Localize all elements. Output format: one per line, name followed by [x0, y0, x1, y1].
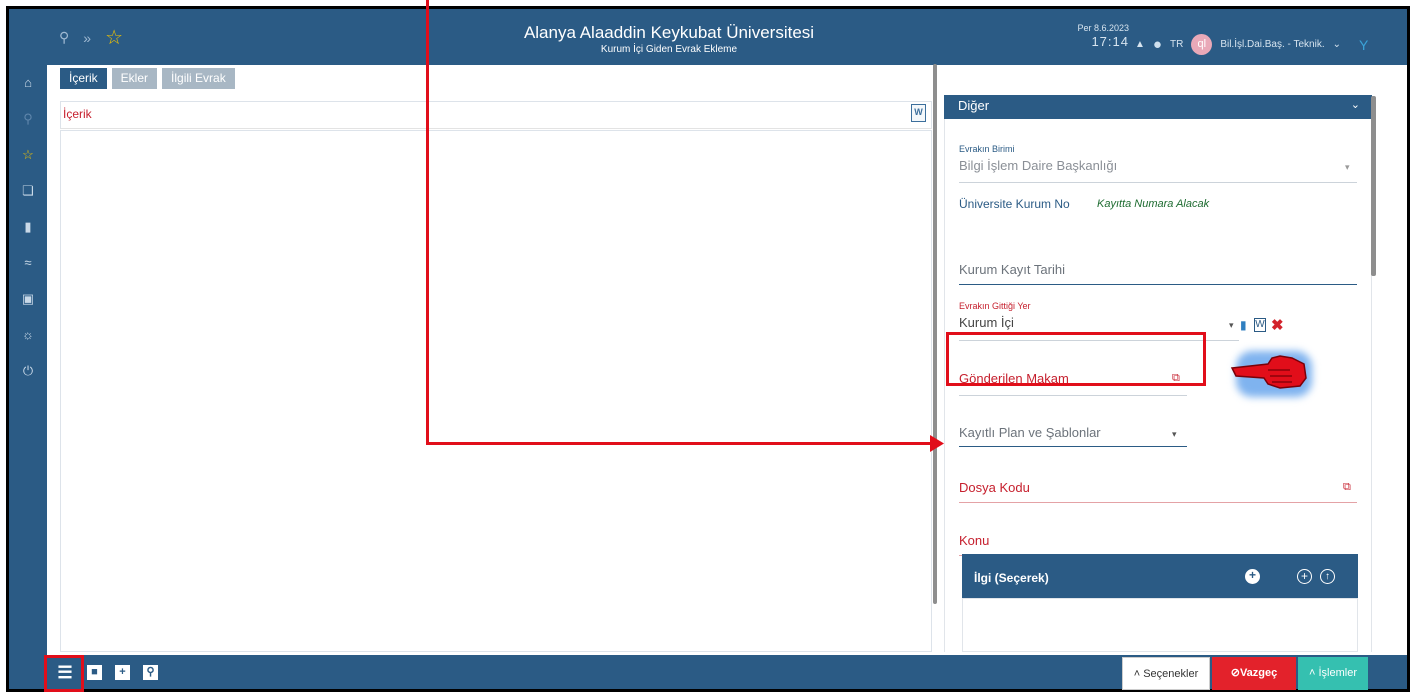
globe-icon[interactable]: ● — [1153, 36, 1162, 53]
globe-icon[interactable]: ☼ — [9, 317, 47, 353]
tab-icerik[interactable]: İçerik — [60, 68, 107, 89]
gonderilen-makam-underline — [959, 395, 1187, 396]
right-scrollbar[interactable] — [1371, 96, 1376, 276]
gonderilen-makam-highlight — [946, 332, 1206, 386]
ilgi-list — [962, 598, 1358, 652]
evrakin-birimi-value[interactable]: Bilgi İşlem Daire Başkanlığı — [959, 158, 1117, 173]
star-icon[interactable]: ☆ — [9, 137, 47, 173]
search-icon[interactable]: ⚲ — [59, 29, 69, 46]
pointing-hand-icon — [1230, 355, 1307, 389]
tab-ekler[interactable]: Ekler — [111, 68, 158, 89]
app-title: Alanya Alaaddin Keykubat Üniversitesi — [523, 23, 815, 42]
upload-circle-icon[interactable]: ↑ — [1320, 569, 1335, 584]
language-label[interactable]: TR — [1170, 39, 1183, 50]
double-chevron-down-icon[interactable]: » — [83, 30, 91, 46]
kurum-kayit-tarihi-field[interactable]: Kurum Kayıt Tarihi — [959, 262, 1065, 277]
preview-icon[interactable]: ⚲ — [143, 665, 158, 680]
universite-kurum-no-value: Kayıtta Numara Alacak — [1097, 198, 1210, 210]
user-menu[interactable]: Bil.İşl.Dai.Baş. - Teknik. — [1220, 39, 1324, 50]
left-sidebar: ⌂ ⚲ ☆ ❏ ▮ ≈ ▣ ☼ ⏻ — [9, 65, 47, 661]
word-icon[interactable]: W — [1254, 318, 1266, 332]
favorites-star-icon[interactable]: ☆ — [105, 25, 123, 50]
chart-icon[interactable]: ≈ — [9, 245, 47, 281]
add-filled-icon[interactable]: + — [1245, 569, 1260, 584]
power-icon[interactable]: ⏻ — [9, 353, 47, 389]
islemler-button[interactable]: ˄ İşlemler — [1298, 657, 1368, 690]
islemler-label: İşlemler — [1318, 667, 1357, 679]
word-export-icon[interactable]: W — [911, 104, 926, 122]
editor-label: İçerik — [60, 101, 932, 129]
popup-open-icon[interactable]: ⧉ — [1343, 481, 1351, 494]
top-header: ⚲ » ☆ Alanya Alaaddin Keykubat Üniversit… — [9, 9, 1407, 65]
new-document-icon[interactable]: + — [115, 665, 130, 680]
tab-ilgili-evrak[interactable]: İlgili Evrak — [162, 68, 235, 89]
page-subtitle: Kurum İçi Giden Evrak Ekleme — [600, 44, 738, 55]
folder-icon[interactable]: ▮ — [9, 209, 47, 245]
kurum-kayit-tarihi-underline — [959, 284, 1357, 285]
search-icon[interactable]: ⚲ — [9, 101, 47, 137]
kayitli-plan-field[interactable]: Kayıtlı Plan ve Şablonlar — [959, 425, 1101, 440]
avatar[interactable]: ql — [1191, 34, 1213, 55]
date-text: Per 8.6.2023 — [1077, 23, 1129, 33]
dropdown-caret-icon[interactable]: ▾ — [1345, 162, 1350, 173]
evrakin-gittigi-yer-label: Evrakın Gittiği Yer — [959, 301, 1031, 311]
save-icon[interactable]: ■ — [87, 665, 102, 680]
ilgi-section-title: İlgi (Seçerek) — [974, 571, 1049, 585]
chevron-down-icon[interactable]: ⌄ — [1351, 98, 1360, 111]
add-circle-icon[interactable]: + — [1297, 569, 1312, 584]
editor-scrollbar[interactable] — [933, 64, 937, 604]
callout-arrow-horizontal — [426, 442, 932, 445]
datetime: Per 8.6.2023 17:14 — [1069, 23, 1129, 49]
delete-x-icon[interactable]: ✖ — [1271, 316, 1284, 334]
diger-section-header[interactable]: Diğer ⌄ — [944, 95, 1372, 119]
dosya-kodu-field[interactable]: Dosya Kodu — [959, 480, 1030, 495]
callout-arrow-vertical — [426, 0, 429, 444]
secenekler-label: Seçenekler — [1143, 668, 1199, 680]
universite-kurum-no-label: Üniversite Kurum No — [959, 197, 1070, 211]
megaphone-icon[interactable]: ▲ — [1135, 39, 1145, 50]
evrakin-birimi-label: Evrakın Birimi — [959, 144, 1015, 154]
page-title-block: Alanya Alaaddin Keykubat Üniversitesi Ku… — [449, 23, 889, 55]
section-title: Diğer — [958, 98, 990, 113]
home-icon[interactable]: ⌂ — [9, 65, 47, 101]
callout-arrowhead-icon — [930, 435, 944, 452]
dosya-kodu-underline — [959, 502, 1357, 503]
vazgec-label: Vazgeç — [1239, 667, 1278, 679]
evrakin-birimi-underline — [959, 182, 1357, 183]
list-icon-highlight — [44, 655, 84, 692]
content-tabs: İçerik Ekler İlgili Evrak — [60, 68, 235, 89]
time-text: 17:14 — [1091, 34, 1129, 49]
dropdown-caret-icon[interactable]: ▾ — [1172, 429, 1177, 440]
kayitli-plan-underline — [959, 446, 1187, 447]
chevron-up-icon: ˄ — [1133, 668, 1144, 680]
ban-icon: ⊘ — [1230, 667, 1240, 679]
filter-icon[interactable]: Y — [1359, 37, 1368, 53]
top-right-controls: ▲ ● TR ql Bil.İşl.Dai.Baş. - Teknik. ⌄ Y — [1135, 34, 1368, 55]
top-left-icons: ⚲ » ☆ — [59, 25, 123, 50]
dropdown-caret-icon[interactable]: ▾ — [1229, 320, 1234, 331]
content-editor[interactable] — [60, 130, 932, 652]
chevron-down-icon[interactable]: ⌄ — [1333, 39, 1341, 50]
document-icon[interactable]: ▮ — [1240, 318, 1247, 332]
documents-icon[interactable]: ❏ — [9, 173, 47, 209]
konu-field[interactable]: Konu — [959, 533, 989, 548]
vazgec-button[interactable]: ⊘Vazgeç — [1212, 657, 1296, 690]
evrakin-gittigi-yer-value[interactable]: Kurum İçi — [959, 315, 1014, 330]
secenekler-button[interactable]: ˄ Seçenekler — [1122, 657, 1210, 690]
file-icon[interactable]: ▣ — [9, 281, 47, 317]
